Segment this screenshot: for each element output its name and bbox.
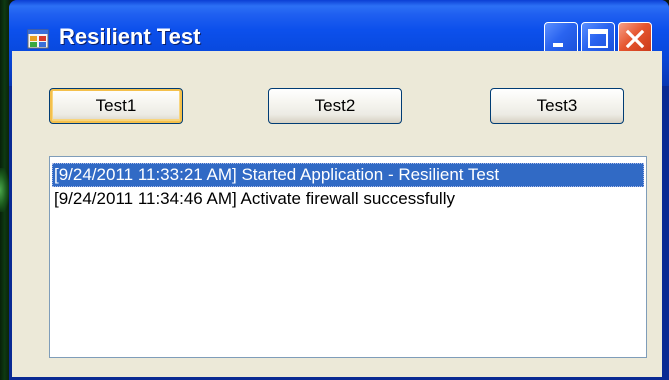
app-window-icon: [27, 29, 49, 49]
test3-button[interactable]: Test3: [490, 88, 624, 124]
log-list-item[interactable]: [9/24/2011 11:34:46 AM] Activate firewal…: [52, 187, 644, 211]
app-window: Resilient Test Test1 Test2 Test3 [9/24/2…: [9, 0, 669, 380]
log-list-item[interactable]: [9/24/2011 11:33:21 AM] Started Applicat…: [52, 163, 644, 187]
desktop-glow: [0, 168, 9, 212]
test2-button[interactable]: Test2: [268, 88, 402, 124]
window-client-area: Test1 Test2 Test3 [9/24/2011 11:33:21 AM…: [12, 51, 662, 377]
log-listbox[interactable]: [9/24/2011 11:33:21 AM] Started Applicat…: [49, 156, 647, 358]
window-title: Resilient Test: [59, 24, 201, 49]
test1-button[interactable]: Test1: [49, 88, 183, 124]
